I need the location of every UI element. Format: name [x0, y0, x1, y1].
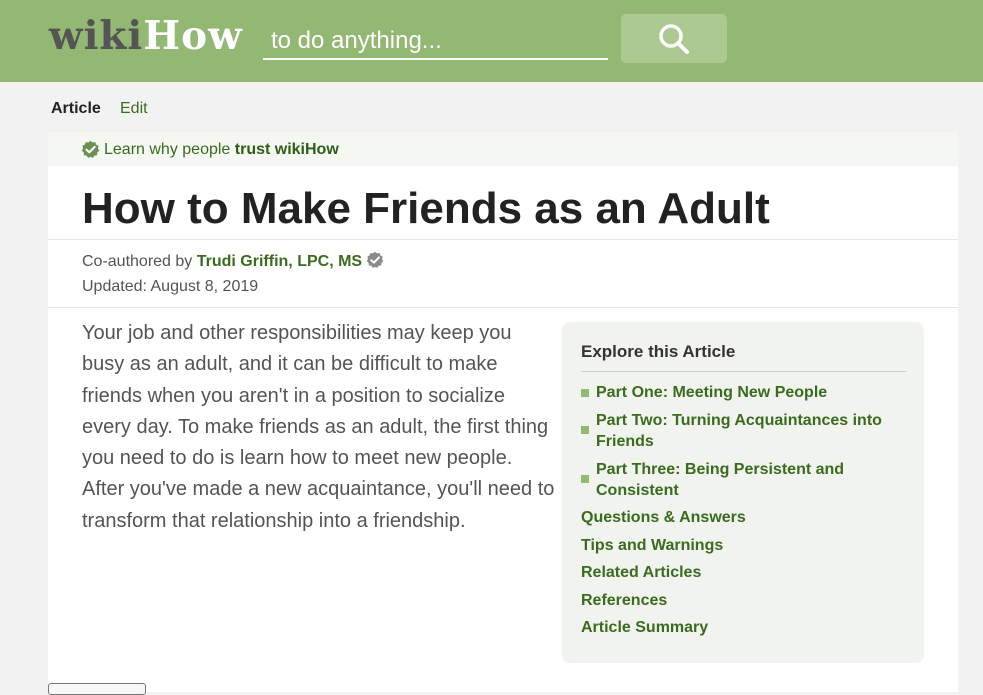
verified-check-icon: [81, 140, 100, 158]
meta-divider: [48, 307, 958, 308]
toc-link-references[interactable]: References: [581, 590, 667, 611]
article-card: Learn why people trust wikiHow How to Ma…: [48, 132, 958, 692]
toc-part-three[interactable]: Part Three: Being Persistent and Consist…: [581, 459, 896, 501]
coauthored-label: Co-authored by: [82, 253, 193, 270]
tab-edit[interactable]: Edit: [120, 100, 148, 118]
toc-link-tips[interactable]: Tips and Warnings: [581, 535, 723, 556]
title-divider: [48, 239, 958, 240]
coauthor-line: Co-authored by Trudi Griffin, LPC, MS: [82, 251, 384, 271]
expert-check-icon: [366, 251, 384, 268]
toc-bullet: [581, 389, 589, 397]
search-button[interactable]: [621, 14, 727, 63]
logo-wiki-text: wiki: [49, 13, 144, 59]
toc-part-label: Part Three: Being Persistent and Consist…: [596, 461, 845, 499]
logo-how-text: How: [143, 13, 243, 59]
trust-prefix: Learn why people: [104, 141, 235, 158]
search-icon: [659, 23, 689, 54]
updated-date: Updated: August 8, 2019: [82, 278, 259, 295]
trust-wikihow-link[interactable]: trust wikiHow: [235, 141, 339, 158]
toc-part-label: Part One: Meeting New People: [596, 384, 828, 401]
site-header: wikiHow: [0, 0, 983, 82]
toc-link-summary[interactable]: Article Summary: [581, 617, 708, 638]
author-link[interactable]: Trudi Griffin, LPC, MS: [197, 253, 362, 270]
toc-part-label: Part Two: Turning Acquaintances into Fri…: [596, 412, 882, 450]
toc-part-one[interactable]: Part One: Meeting New People: [581, 382, 896, 403]
explore-article-box: Explore this Article Part One: Meeting N…: [562, 322, 924, 663]
toc-link-related[interactable]: Related Articles: [581, 562, 701, 583]
toc-link-questions[interactable]: Questions & Answers: [581, 507, 746, 528]
toc-bullet: [581, 426, 589, 434]
trust-link[interactable]: Learn why people trust wikiHow: [104, 141, 339, 159]
trust-bar: Learn why people trust wikiHow: [48, 132, 958, 166]
bottom-tab-edge[interactable]: [48, 683, 146, 695]
toc-title: Explore this Article: [581, 342, 906, 372]
wikihow-logo[interactable]: wikiHow: [49, 12, 243, 60]
search-input[interactable]: [263, 24, 608, 60]
toc-part-two[interactable]: Part Two: Turning Acquaintances into Fri…: [581, 410, 896, 452]
article-intro: Your job and other responsibilities may …: [82, 322, 555, 532]
page-title: How to Make Friends as an Adult: [82, 184, 770, 233]
toc-bullet: [581, 475, 589, 483]
tab-article[interactable]: Article: [51, 100, 101, 118]
